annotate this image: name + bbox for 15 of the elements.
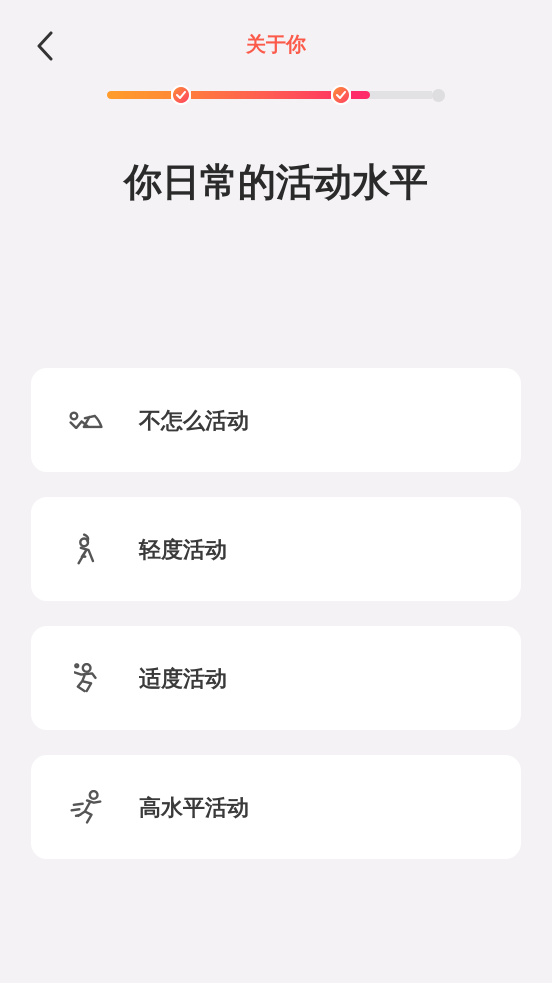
option-label: 不怎么活动 bbox=[139, 406, 249, 434]
running-figure-icon bbox=[70, 790, 102, 824]
jumping-figure-icon bbox=[74, 663, 98, 693]
back-icon[interactable] bbox=[36, 31, 54, 61]
option-card[interactable]: 不怎么活动 bbox=[31, 368, 521, 472]
option-label: 高水平活动 bbox=[139, 794, 249, 822]
option-label: 轻度活动 bbox=[139, 536, 227, 564]
page-heading: 你日常的活动水平 bbox=[124, 162, 428, 204]
page-title: 关于你 bbox=[246, 34, 306, 56]
option-card[interactable]: 适度活动 bbox=[31, 626, 521, 730]
option-card[interactable]: 轻度活动 bbox=[31, 497, 521, 601]
option-label: 适度活动 bbox=[139, 664, 227, 692]
walking-figure-icon bbox=[77, 533, 95, 565]
lying-figure-icon bbox=[68, 410, 104, 430]
option-card[interactable]: 高水平活动 bbox=[31, 755, 521, 859]
